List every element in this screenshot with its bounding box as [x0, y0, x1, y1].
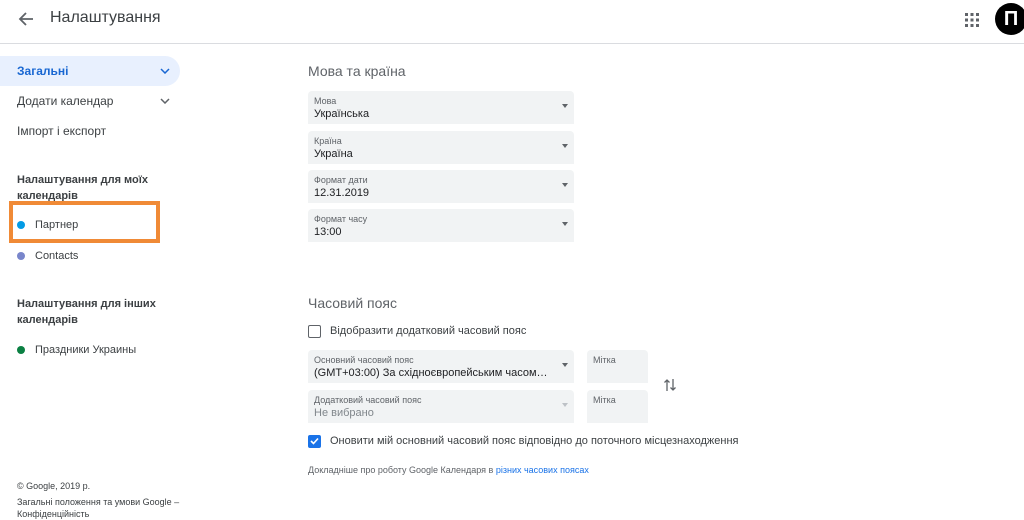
- avatar[interactable]: П: [995, 3, 1024, 35]
- field-label: Основний часовий пояс: [314, 355, 414, 365]
- chevron-down-icon: [158, 94, 172, 108]
- calendar-label: Праздники Украины: [35, 344, 137, 356]
- tag-placeholder: Мітка: [593, 395, 616, 405]
- sidebar-item-import-export[interactable]: Імпорт і експорт: [0, 116, 180, 146]
- sidebar-item-calendar-holidays[interactable]: Праздники Украины: [17, 340, 136, 360]
- chevron-down-icon: [158, 64, 172, 78]
- update-timezone-row: Оновити мій основний часовий пояс відпов…: [308, 433, 739, 449]
- help-prefix: Докладніше про роботу Google Календаря в: [308, 465, 496, 475]
- back-button[interactable]: [14, 7, 38, 31]
- tag-placeholder: Мітка: [593, 355, 616, 365]
- sidebar: Загальні Додати календар Імпорт і експор…: [0, 45, 200, 520]
- field-label: Мова: [314, 96, 337, 106]
- sidebar-item-add-calendar[interactable]: Додати календар: [0, 86, 180, 116]
- footer: © Google, 2019 р. Загальні положення та …: [17, 480, 197, 520]
- country-select[interactable]: Країна Україна: [308, 131, 574, 164]
- field-value: Україна: [314, 148, 353, 160]
- top-bar: Налаштування П: [0, 0, 1024, 44]
- checkbox-label: Відобразити додатковий часовий пояс: [330, 325, 527, 337]
- field-label: Додатковий часовий пояс: [314, 395, 422, 405]
- sidebar-item-label: Імпорт і експорт: [17, 124, 107, 138]
- field-label: Формат дати: [314, 175, 368, 185]
- terms-link[interactable]: Загальні положення та умови Google –: [17, 496, 197, 508]
- secondary-timezone-select[interactable]: Додатковий часовий пояс Не вибрано: [308, 390, 574, 423]
- dropdown-arrow-icon: [562, 363, 568, 367]
- sidebar-item-calendar-partner[interactable]: Партнер: [17, 215, 78, 235]
- update-timezone-checkbox[interactable]: [308, 434, 321, 448]
- dropdown-arrow-icon: [562, 403, 568, 407]
- field-label: Формат часу: [314, 214, 368, 224]
- dropdown-arrow-icon: [562, 222, 568, 226]
- field-label: Країна: [314, 136, 342, 146]
- sidebar-item-calendar-contacts[interactable]: Contacts: [17, 246, 78, 266]
- dropdown-arrow-icon: [562, 183, 568, 187]
- sidebar-item-general[interactable]: Загальні: [0, 56, 180, 86]
- calendar-color-dot: [17, 221, 25, 229]
- field-value: Не вибрано: [314, 407, 374, 419]
- timezone-section-title: Часовий пояс: [308, 295, 397, 311]
- field-value: Українська: [314, 108, 370, 120]
- checkbox-label: Оновити мій основний часовий пояс відпов…: [330, 435, 739, 447]
- apps-button[interactable]: [960, 8, 984, 32]
- swap-vert-icon: [664, 379, 676, 391]
- page-title: Налаштування: [50, 9, 161, 26]
- primary-timezone-select[interactable]: Основний часовий пояс (GMT+03:00) За схі…: [308, 350, 574, 383]
- calendar-label: Contacts: [35, 250, 79, 262]
- calendar-color-dot: [17, 252, 25, 260]
- field-value: 12.31.2019: [314, 187, 370, 199]
- apps-grid-icon: [965, 13, 979, 27]
- field-value: 13:00: [314, 226, 342, 238]
- language-select[interactable]: Мова Українська: [308, 91, 574, 124]
- settings-main: Мова та країна Мова Українська Країна Ук…: [308, 45, 1008, 520]
- primary-timezone-tag-input[interactable]: Мітка: [587, 350, 648, 383]
- language-section-title: Мова та країна: [308, 63, 406, 79]
- swap-timezones-button[interactable]: [661, 376, 679, 394]
- copyright-text: © Google, 2019 р.: [17, 481, 91, 491]
- timezones-help-link[interactable]: різних часових поясах: [496, 465, 589, 475]
- time-format-select[interactable]: Формат часу 13:00: [308, 209, 574, 242]
- dropdown-arrow-icon: [562, 104, 568, 108]
- privacy-link[interactable]: Конфіденційність: [17, 508, 197, 520]
- date-format-select[interactable]: Формат дати 12.31.2019: [308, 170, 574, 203]
- sidebar-item-label: Загальні: [17, 64, 69, 78]
- calendar-color-dot: [17, 346, 25, 354]
- timezone-help-text: Докладніше про роботу Google Календаря в…: [308, 465, 589, 475]
- show-secondary-timezone-row: Відобразити додатковий часовий пояс: [308, 323, 526, 339]
- my-calendars-heading: Налаштування для моїх календарів: [17, 174, 148, 202]
- secondary-timezone-tag-input[interactable]: Мітка: [587, 390, 648, 423]
- calendar-label: Партнер: [35, 219, 79, 231]
- other-calendars-heading: Налаштування для інших календарів: [17, 298, 156, 326]
- dropdown-arrow-icon: [562, 144, 568, 148]
- field-value: (GMT+03:00) За східноєвропейським часом …: [314, 367, 550, 379]
- sidebar-item-label: Додати календар: [17, 94, 114, 108]
- check-icon: [310, 437, 319, 445]
- show-secondary-timezone-checkbox[interactable]: [308, 324, 321, 338]
- arrow-back-icon: [18, 12, 33, 26]
